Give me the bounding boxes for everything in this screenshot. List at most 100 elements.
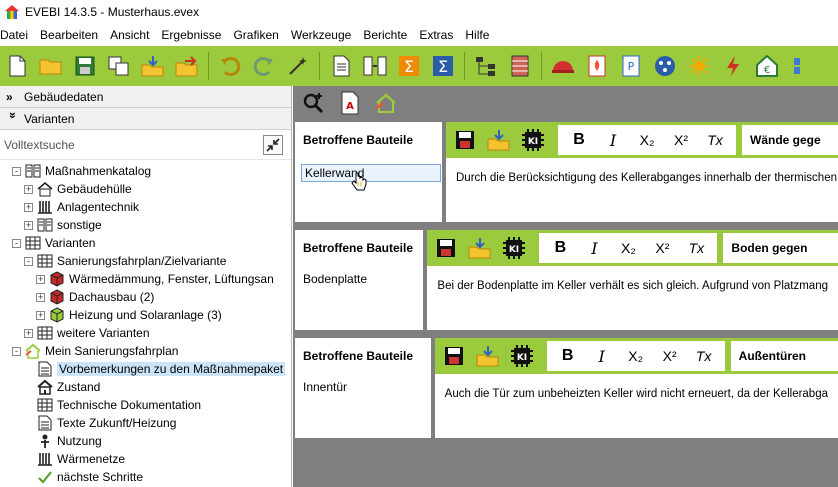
ki-chip-icon[interactable]: KI bbox=[507, 341, 537, 371]
bauteil-input[interactable] bbox=[301, 164, 441, 182]
zoom-add-icon[interactable] bbox=[299, 88, 329, 118]
superscript-button[interactable]: X² bbox=[653, 343, 687, 369]
save-icon[interactable] bbox=[431, 233, 461, 263]
tree-item[interactable]: - Mein Sanierungsfahrplan bbox=[0, 342, 291, 360]
tree-item[interactable]: Texte Zukunft/Heizung bbox=[0, 414, 291, 432]
document-list-icon[interactable] bbox=[326, 51, 356, 81]
redo-icon[interactable] bbox=[249, 51, 279, 81]
subscript-button[interactable]: X₂ bbox=[619, 343, 653, 369]
euro-house-icon[interactable]: € bbox=[752, 51, 782, 81]
italic-button[interactable]: I bbox=[577, 235, 611, 261]
subscript-button[interactable]: X₂ bbox=[630, 127, 664, 153]
tree-item[interactable]: + Anlagentechnik bbox=[0, 198, 291, 216]
tree-item[interactable]: + Dachausbau (2) bbox=[0, 288, 291, 306]
menu-datei[interactable]: Datei bbox=[0, 24, 34, 46]
tree-item[interactable]: nächste Schritte bbox=[0, 468, 291, 486]
superscript-button[interactable]: X² bbox=[645, 235, 679, 261]
pdf-icon[interactable]: A bbox=[335, 88, 365, 118]
expand-toggle-icon[interactable]: + bbox=[36, 310, 45, 320]
expand-toggle-icon[interactable]: + bbox=[36, 274, 45, 284]
clear-format-button[interactable]: Tx bbox=[679, 235, 713, 261]
roadmap-house-icon[interactable] bbox=[371, 88, 401, 118]
sun-icon[interactable] bbox=[684, 51, 714, 81]
measure-text[interactable]: Bei der Bodenplatte im Keller verhält es… bbox=[427, 266, 838, 306]
italic-button[interactable]: I bbox=[585, 343, 619, 369]
tree-item[interactable]: Wärmenetze bbox=[0, 450, 291, 468]
tree-item[interactable]: + Heizung und Solaranlage (3) bbox=[0, 306, 291, 324]
tree-item[interactable]: - Sanierungsfahrplan/Zielvariante bbox=[0, 252, 291, 270]
measure-text[interactable]: Auch die Tür zum unbeheizten Keller wird… bbox=[435, 374, 838, 414]
book-icon bbox=[37, 217, 53, 233]
tree-item[interactable]: - Maßnahmenkatalog bbox=[0, 162, 291, 180]
network-icon[interactable] bbox=[650, 51, 680, 81]
expand-toggle-icon[interactable]: + bbox=[24, 202, 33, 212]
certificate-icon[interactable]: P bbox=[616, 51, 646, 81]
section-varianten[interactable]: » Varianten bbox=[0, 108, 291, 130]
tree-item[interactable]: + Wärmedämmung, Fenster, Lüftungsan bbox=[0, 270, 291, 288]
menu-hilfe[interactable]: Hilfe bbox=[459, 24, 495, 46]
menu-werkzeuge[interactable]: Werkzeuge bbox=[285, 24, 357, 46]
import-icon[interactable] bbox=[138, 51, 168, 81]
ki-chip-icon[interactable]: KI bbox=[518, 125, 548, 155]
tree-item[interactable]: + sonstige bbox=[0, 216, 291, 234]
magic-wand-icon[interactable] bbox=[283, 51, 313, 81]
import-icon[interactable] bbox=[484, 125, 514, 155]
tree-item[interactable]: + Gebäudehülle bbox=[0, 180, 291, 198]
menu-bearbeiten[interactable]: Bearbeiten bbox=[34, 24, 104, 46]
expand-toggle-icon[interactable]: + bbox=[24, 220, 33, 230]
expand-toggle-icon[interactable]: + bbox=[24, 184, 33, 194]
tree-item-label: Wärmedämmung, Fenster, Lüftungsan bbox=[69, 272, 274, 286]
lightning-icon[interactable] bbox=[718, 51, 748, 81]
collapse-toggle-icon[interactable]: - bbox=[24, 256, 33, 266]
ki-chip-icon[interactable]: KI bbox=[499, 233, 529, 263]
italic-button[interactable]: I bbox=[596, 127, 630, 153]
copy-icon[interactable] bbox=[104, 51, 134, 81]
helmet-icon[interactable] bbox=[548, 51, 578, 81]
collapse-arrows-icon[interactable] bbox=[263, 135, 283, 155]
fulltext-search[interactable]: Volltextsuche bbox=[0, 130, 291, 160]
menu-grafiken[interactable]: Grafiken bbox=[227, 24, 284, 46]
grid-icon bbox=[37, 397, 53, 413]
new-file-icon[interactable] bbox=[2, 51, 32, 81]
tree-item[interactable]: Zustand bbox=[0, 378, 291, 396]
menu-berichte[interactable]: Berichte bbox=[357, 24, 413, 46]
bold-button[interactable]: B bbox=[543, 235, 577, 261]
sum-blue-icon[interactable]: Σ bbox=[428, 51, 458, 81]
collapse-toggle-icon[interactable]: - bbox=[12, 238, 21, 248]
expand-toggle-icon[interactable]: + bbox=[24, 328, 33, 338]
open-folder-icon[interactable] bbox=[36, 51, 66, 81]
hierarchy-icon[interactable] bbox=[471, 51, 501, 81]
windows-icon[interactable] bbox=[786, 51, 816, 81]
bold-button[interactable]: B bbox=[562, 127, 596, 153]
sum-orange-icon[interactable]: Σ bbox=[394, 51, 424, 81]
tree-item[interactable]: Technische Dokumentation bbox=[0, 396, 291, 414]
subscript-button[interactable]: X₂ bbox=[611, 235, 645, 261]
clear-format-button[interactable]: Tx bbox=[687, 343, 721, 369]
bold-button[interactable]: B bbox=[551, 343, 585, 369]
fire-report-icon[interactable] bbox=[582, 51, 612, 81]
wall-layers-icon[interactable] bbox=[505, 51, 535, 81]
tree-item[interactable]: - Varianten bbox=[0, 234, 291, 252]
undo-icon[interactable] bbox=[215, 51, 245, 81]
tree-item[interactable]: + weitere Varianten bbox=[0, 324, 291, 342]
menu-ergebnisse[interactable]: Ergebnisse bbox=[155, 24, 227, 46]
menu-extras[interactable]: Extras bbox=[413, 24, 459, 46]
tree-item[interactable]: Nutzung bbox=[0, 432, 291, 450]
import-icon[interactable] bbox=[473, 341, 503, 371]
export-icon[interactable] bbox=[172, 51, 202, 81]
clear-format-button[interactable]: Tx bbox=[698, 127, 732, 153]
tree-item[interactable]: Vorbemerkungen zu den Maßnahmepaket bbox=[0, 360, 291, 378]
collapse-toggle-icon[interactable]: - bbox=[12, 166, 21, 176]
save-icon[interactable] bbox=[439, 341, 469, 371]
compare-icon[interactable] bbox=[360, 51, 390, 81]
superscript-button[interactable]: X² bbox=[664, 127, 698, 153]
ki-label: KI bbox=[528, 137, 538, 147]
expand-toggle-icon[interactable]: + bbox=[36, 292, 45, 302]
save-icon[interactable] bbox=[450, 125, 480, 155]
collapse-toggle-icon[interactable]: - bbox=[12, 346, 21, 356]
section-gebaeudedaten[interactable]: » Gebäudedaten bbox=[0, 86, 291, 108]
measure-text[interactable]: Durch die Berücksichtigung des Kellerabg… bbox=[446, 158, 838, 198]
save-icon[interactable] bbox=[70, 51, 100, 81]
menu-ansicht[interactable]: Ansicht bbox=[104, 24, 155, 46]
import-icon[interactable] bbox=[465, 233, 495, 263]
